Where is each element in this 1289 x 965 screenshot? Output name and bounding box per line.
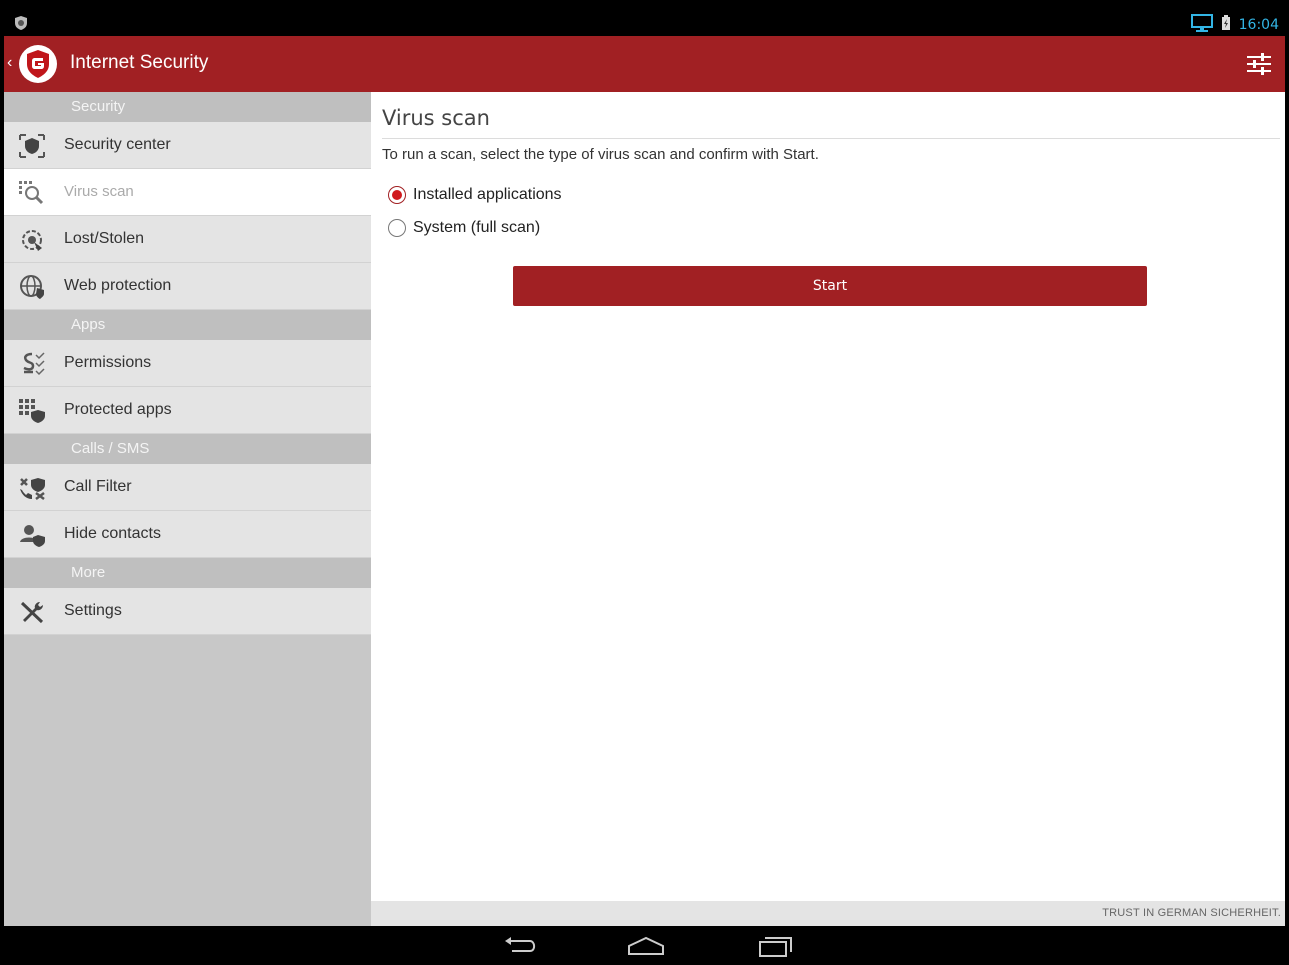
- sidebar-item-label: Call Filter: [64, 478, 132, 495]
- sidebar-item-protected-apps[interactable]: Protected apps: [4, 387, 371, 434]
- home-icon[interactable]: [626, 934, 666, 958]
- gdata-shield-logo[interactable]: [18, 44, 58, 84]
- radio-button-unchecked[interactable]: [388, 219, 406, 237]
- scan-instruction: To run a scan, select the type of virus …: [382, 146, 819, 163]
- page-title: Virus scan: [382, 106, 490, 130]
- virus-scan-panel: Virus scan To run a scan, select the typ…: [371, 92, 1285, 926]
- protected-apps-icon: [18, 398, 46, 424]
- app-bar: ‹ Internet Security: [4, 36, 1285, 92]
- start-button[interactable]: Start: [513, 266, 1147, 306]
- radio-label: System (full scan): [413, 219, 541, 236]
- sidebar-item-label: Virus scan: [64, 183, 134, 200]
- chevron-left-icon[interactable]: ‹: [7, 54, 12, 72]
- clock: 16:04: [1238, 16, 1279, 33]
- radio-installed-applications[interactable]: Installed applications: [388, 186, 562, 204]
- sliders-settings-icon[interactable]: [1243, 48, 1275, 80]
- sidebar-item-label: Permissions: [64, 354, 152, 371]
- sidebar-item-virus-scan[interactable]: Virus scan: [4, 169, 371, 216]
- sidebar-item-settings[interactable]: Settings: [4, 588, 371, 635]
- sidebar-item-web-protection[interactable]: Web protection: [4, 263, 371, 310]
- sidebar-item-label: Security center: [64, 136, 171, 153]
- monitor-icon: [1190, 14, 1213, 35]
- app-title: Internet Security: [70, 52, 209, 73]
- sidebar-item-label: Hide contacts: [64, 525, 161, 542]
- lost-stolen-icon: [18, 227, 46, 253]
- status-bar: 16:04: [4, 10, 1285, 36]
- battery-charging-icon: [1221, 15, 1231, 34]
- footer-bar: TRUST IN GERMAN SICHERHEIT.: [371, 901, 1285, 926]
- system-nav-bar: [4, 926, 1285, 965]
- sidebar-item-label: Settings: [64, 602, 122, 619]
- sidebar-item-label: Web protection: [64, 277, 172, 294]
- sidebar-item-label: Protected apps: [64, 401, 172, 418]
- tools-icon: [18, 599, 46, 625]
- back-icon[interactable]: [502, 934, 542, 958]
- section-header-more: More: [4, 558, 371, 588]
- title-divider: [382, 138, 1280, 139]
- radio-system-full-scan[interactable]: System (full scan): [388, 219, 540, 237]
- sidebar-nav: Security Security center Virus scan Lost…: [4, 92, 371, 926]
- footer-slogan: TRUST IN GERMAN SICHERHEIT.: [1102, 907, 1281, 919]
- section-header-calls-sms: Calls / SMS: [4, 434, 371, 464]
- sidebar-item-hide-contacts[interactable]: Hide contacts: [4, 511, 371, 558]
- tablet-screen: 16:04 ‹ Internet Security Security Secur…: [4, 10, 1285, 965]
- globe-icon: [18, 274, 46, 300]
- sidebar-item-call-filter[interactable]: Call Filter: [4, 464, 371, 511]
- sidebar-item-lost-stolen[interactable]: Lost/Stolen: [4, 216, 371, 263]
- sidebar-item-label: Lost/Stolen: [64, 230, 145, 247]
- permissions-icon: [18, 351, 46, 377]
- radio-button-checked[interactable]: [388, 186, 406, 204]
- section-header-apps: Apps: [4, 310, 371, 340]
- call-filter-icon: [18, 475, 46, 501]
- radio-label: Installed applications: [413, 186, 562, 203]
- recent-apps-icon[interactable]: [756, 934, 796, 958]
- virus-scan-icon: [18, 180, 46, 206]
- section-header-security: Security: [4, 92, 371, 122]
- sidebar-item-security-center[interactable]: Security center: [4, 122, 371, 169]
- sidebar-item-permissions[interactable]: Permissions: [4, 340, 371, 387]
- hide-contacts-icon: [18, 522, 46, 548]
- security-center-icon: [18, 133, 46, 159]
- gdata-notification-icon: [14, 15, 28, 34]
